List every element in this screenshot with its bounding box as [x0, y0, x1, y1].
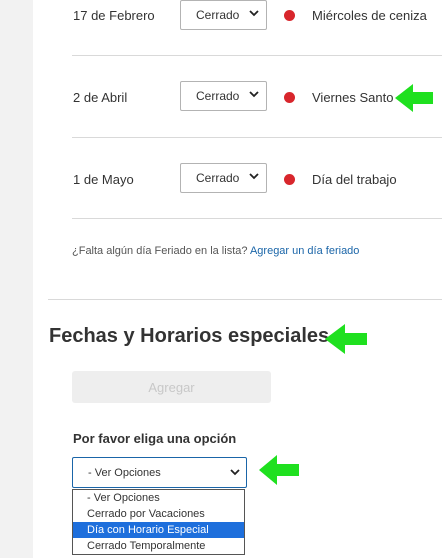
- option-label: Por favor eliga una opción: [73, 431, 237, 446]
- chevron-down-icon: [249, 173, 259, 180]
- status-dot-icon: [284, 10, 295, 21]
- holiday-status-select[interactable]: Cerrado: [180, 163, 267, 193]
- options-select-value: - Ver Opciones: [88, 466, 161, 479]
- add-holiday-link[interactable]: Agregar un día feriado: [250, 245, 359, 257]
- holiday-status-value: Cerrado: [196, 8, 240, 22]
- row-divider: [72, 137, 442, 138]
- chevron-down-icon: [249, 91, 259, 98]
- holiday-name: Miércoles de ceniza: [312, 8, 427, 23]
- chevron-down-icon: [249, 10, 259, 17]
- holiday-status-select[interactable]: Cerrado: [180, 81, 267, 111]
- holiday-date: 1 de Mayo: [73, 172, 134, 187]
- options-select[interactable]: - Ver Opciones: [72, 457, 247, 488]
- chevron-down-icon: [230, 469, 240, 476]
- holiday-status-select[interactable]: Cerrado: [180, 0, 267, 30]
- dropdown-option[interactable]: Cerrado Temporalmente: [73, 538, 244, 554]
- row-divider: [72, 55, 442, 56]
- holiday-date: 17 de Febrero: [73, 8, 155, 23]
- holiday-name: Viernes Santo: [312, 90, 394, 105]
- green-arrow-icon: [259, 455, 299, 485]
- status-dot-icon: [284, 174, 295, 185]
- missing-holiday-question: ¿Falta algún día Feriado en la lista?: [72, 245, 250, 257]
- missing-holiday-prompt: ¿Falta algún día Feriado en la lista? Ag…: [72, 245, 359, 257]
- row-divider: [72, 218, 442, 219]
- section-title: Fechas y Horarios especiales: [49, 325, 330, 347]
- holiday-date: 2 de Abril: [73, 90, 128, 105]
- holiday-status-value: Cerrado: [196, 89, 240, 103]
- dropdown-option[interactable]: - Ver Opciones: [73, 490, 244, 506]
- holiday-name: Día del trabajo: [312, 172, 397, 187]
- green-arrow-icon: [325, 324, 367, 354]
- options-dropdown-list: - Ver Opciones Cerrado por Vacaciones Dí…: [72, 489, 245, 555]
- section-divider: [48, 299, 442, 300]
- dropdown-option-selected[interactable]: Día con Horario Especial: [73, 522, 244, 538]
- add-button[interactable]: Agregar: [72, 371, 271, 403]
- green-arrow-icon: [395, 84, 433, 112]
- status-dot-icon: [284, 92, 295, 103]
- dropdown-option[interactable]: Cerrado por Vacaciones: [73, 506, 244, 522]
- holiday-status-value: Cerrado: [196, 171, 240, 185]
